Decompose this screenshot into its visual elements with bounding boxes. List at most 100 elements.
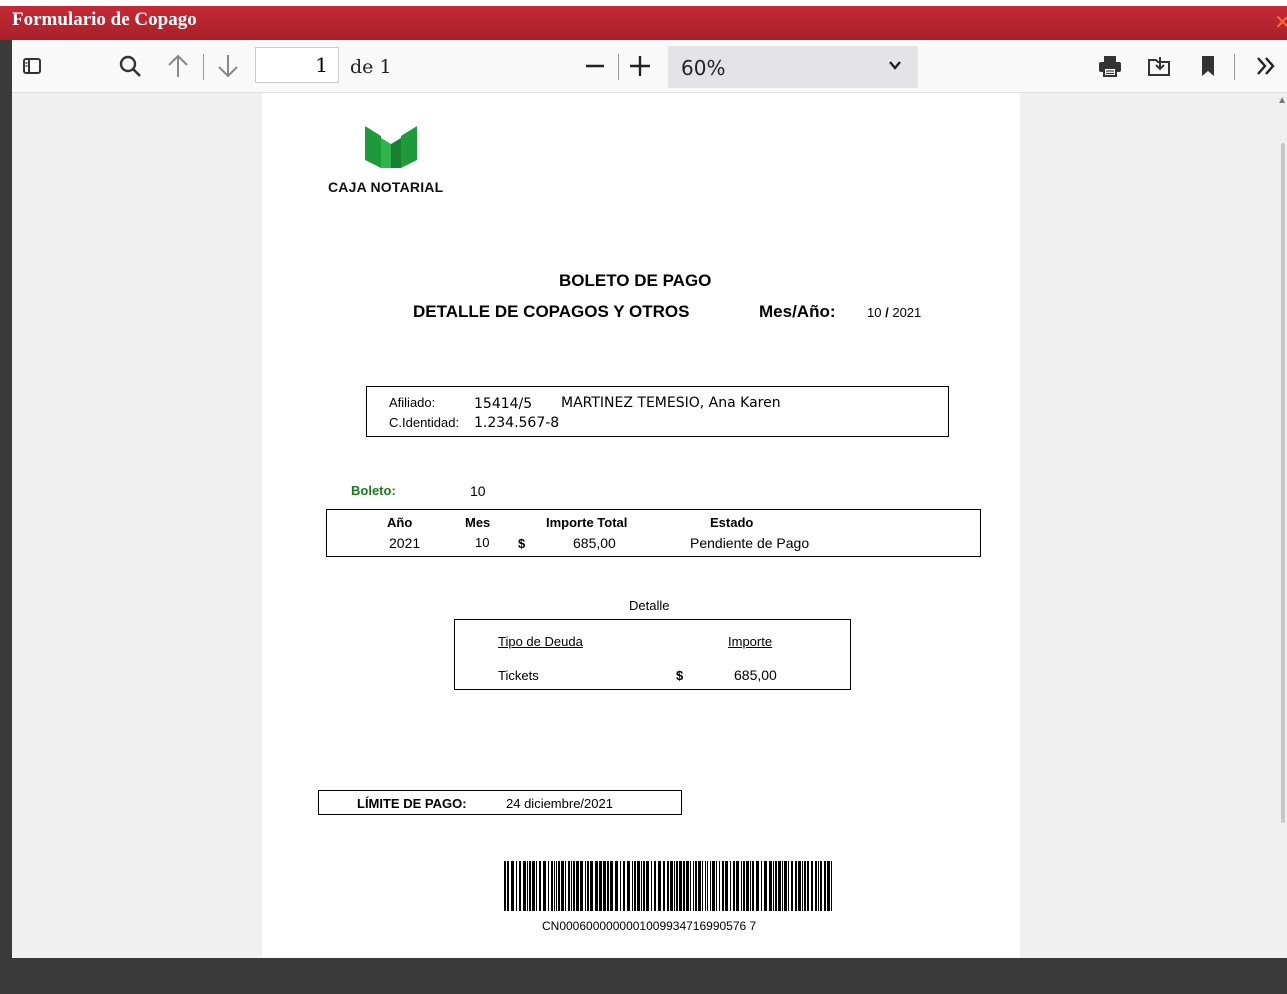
barcode-bar: [571, 861, 572, 911]
affiliate-name: MARTINEZ TEMESIO, Ana Karen: [561, 395, 781, 411]
barcode-bar: [831, 861, 832, 911]
barcode-bar: [599, 861, 602, 911]
row-month: 10: [475, 535, 490, 550]
barcode-bar: [620, 861, 621, 911]
barcode-bar: [756, 861, 759, 911]
row-currency: $: [518, 536, 526, 551]
printer-icon[interactable]: [1094, 50, 1126, 82]
barcode-bar: [646, 861, 649, 911]
barcode-bar: [623, 861, 625, 911]
header-month: Mes: [465, 515, 491, 530]
barcode-bar: [607, 861, 609, 911]
barcode-bar: [585, 861, 586, 911]
barcode-bar: [695, 861, 697, 911]
period-separator: /: [885, 305, 889, 320]
barcode-bar: [511, 861, 514, 911]
barcode-bar: [643, 861, 645, 911]
due-date-value: 24 diciembre/2021: [506, 796, 613, 811]
barcode-bar: [516, 861, 517, 911]
vertical-scrollbar[interactable]: [1281, 143, 1285, 823]
window-title: Formulario de Copago: [12, 9, 197, 30]
row-total: 685,00: [573, 535, 616, 551]
barcode-bar: [778, 861, 781, 911]
document-subtitle: DETALLE DE COPAGOS Y OTROS: [413, 302, 690, 321]
period-label: Mes/Año:: [759, 302, 836, 321]
barcode-bar: [686, 861, 689, 911]
save-icon[interactable]: [1143, 50, 1175, 82]
barcode-bar: [815, 861, 817, 911]
barcode-bar: [580, 861, 583, 911]
page-number-input[interactable]: [255, 47, 339, 83]
barcode-bar: [670, 861, 673, 911]
barcode-bar: [610, 861, 613, 911]
zoom-value: 60%: [681, 56, 726, 80]
barcode-bar: [663, 861, 665, 911]
barcode-bar: [576, 861, 579, 911]
barcode-bar: [658, 861, 661, 911]
ticket-value: 10: [470, 483, 486, 499]
barcode-bar: [587, 861, 589, 911]
barcode-bar: [565, 861, 566, 911]
sidebar-toggle-icon[interactable]: [16, 50, 48, 82]
summary-table: Año Mes Importe Total Estado 2021 10 $ 6…: [326, 509, 981, 557]
zoom-select[interactable]: 60%: [668, 46, 918, 88]
barcode-bar: [736, 861, 739, 911]
barcode-bar: [705, 861, 706, 911]
pdf-toolbar: de 1 60%: [12, 40, 1287, 93]
barcode-text: CN0006000000001009934716990576 7: [542, 919, 757, 933]
minus-icon[interactable]: [579, 50, 611, 82]
plus-icon[interactable]: [624, 50, 656, 82]
barcode-bar: [818, 861, 819, 911]
barcode-bar: [674, 861, 675, 911]
barcode-bar: [743, 861, 745, 911]
barcode-bar: [507, 861, 509, 911]
barcode-bar: [722, 861, 724, 911]
barcode-bar: [702, 861, 703, 911]
double-chevron-right-icon[interactable]: [1250, 50, 1282, 82]
barcode-bar: [554, 861, 555, 911]
toolbar-separator: [203, 54, 204, 80]
barcode-bar: [798, 861, 801, 911]
barcode-bar: [707, 861, 708, 911]
left-border: [0, 40, 12, 994]
detail-table: Tipo de Deuda Importe Tickets $ 685,00: [454, 619, 851, 690]
arrow-up-icon[interactable]: [162, 50, 194, 82]
barcode-bar: [693, 861, 694, 911]
ticket-label: Boleto:: [351, 483, 396, 498]
document-viewport[interactable]: ▲ CAJA NOTARIAL BOLETO DE PAGO DETALLE D…: [12, 93, 1287, 958]
affiliate-box: Afiliado: 15414/5 MARTINEZ TEMESIO, Ana …: [366, 386, 949, 437]
barcode-bar: [615, 861, 618, 911]
arrow-down-icon[interactable]: [212, 50, 244, 82]
window-titlebar: Formulario de Copago ✕: [0, 6, 1287, 40]
header-year: Año: [387, 515, 413, 530]
bookmark-icon[interactable]: [1192, 50, 1224, 82]
barcode-bar: [827, 861, 830, 911]
detail-row-type: Tickets: [498, 668, 539, 683]
barcode-bar: [710, 861, 711, 911]
header-total: Importe Total: [546, 515, 628, 530]
search-icon[interactable]: [114, 50, 146, 82]
pdf-viewer-window: Formulario de Copago ✕ de 1 60%: [0, 0, 1287, 994]
barcode-bar: [532, 861, 535, 911]
barcode-bar: [519, 861, 521, 911]
barcode-bar: [679, 861, 682, 911]
barcode-bar: [811, 861, 813, 911]
barcode-bar: [523, 861, 526, 911]
barcode-bar: [804, 861, 806, 911]
row-status: Pendiente de Pago: [690, 535, 810, 551]
barcode-bar: [769, 861, 772, 911]
barcode-bar: [807, 861, 809, 911]
close-icon[interactable]: ✕: [1274, 8, 1287, 36]
barcode-bar: [634, 861, 636, 911]
barcode-bar: [556, 861, 557, 911]
detail-header-type: Tipo de Deuda: [498, 634, 583, 649]
scroll-up-arrow-icon[interactable]: ▲: [1277, 95, 1287, 106]
toolbar-separator: [1234, 54, 1235, 80]
barcode-bar: [741, 861, 742, 911]
detail-row-amount: 685,00: [734, 667, 777, 683]
barcode-bar: [654, 861, 656, 911]
period-year: 2021: [892, 305, 922, 320]
header-status: Estado: [710, 515, 754, 530]
barcode-bar: [539, 861, 541, 911]
barcode-bar: [590, 861, 593, 911]
